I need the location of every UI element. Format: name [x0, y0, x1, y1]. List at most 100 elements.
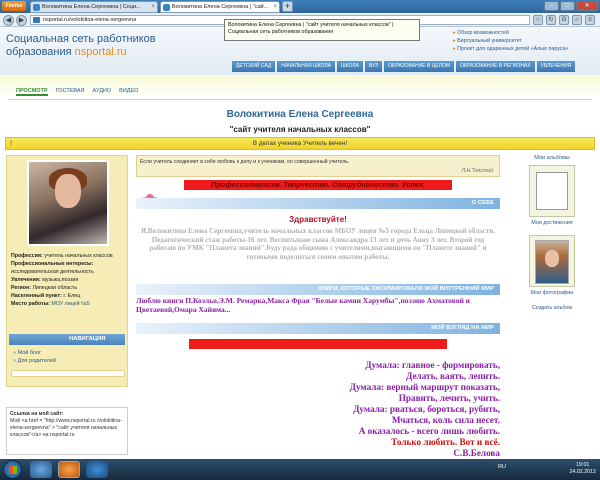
poem-line: Делать, ваять, лепить.: [406, 371, 500, 381]
top-link[interactable]: Виртуальный университет: [453, 37, 568, 45]
work-link[interactable]: МОУ лицей №5: [51, 301, 89, 307]
category-item[interactable]: ВУЗ: [364, 61, 383, 72]
albums-header: Мои альбомы: [534, 155, 570, 161]
poem-author: С.В.Белова: [453, 448, 500, 458]
firefox-taskbar-icon[interactable]: [58, 461, 80, 478]
section-header-about: О СЕБЕ: [136, 198, 500, 209]
create-album-link[interactable]: Создать альбом: [510, 305, 594, 311]
album-label[interactable]: Мои фотографии: [510, 290, 594, 296]
tab-tooltip: Волокитина Елена Сергеевна | "сайт учите…: [224, 19, 420, 41]
motto-banner: ! В делах ученика Учитель вечен!: [5, 137, 595, 150]
tab-close-icon[interactable]: ×: [151, 2, 155, 12]
firefox-menu-button[interactable]: Firefox: [2, 1, 26, 11]
work-label: Место работы:: [11, 301, 50, 307]
clock-time: 19:01: [576, 462, 590, 468]
quote-author: Л.Н.Толстой: [461, 168, 493, 174]
album-label[interactable]: Мои достижения: [510, 220, 594, 226]
profile-sidebar: Профессия: учитель начальных классов Про…: [6, 155, 128, 387]
media-player-icon[interactable]: [86, 461, 108, 478]
region-value: Липецкая область: [32, 285, 78, 291]
red-highlight-bar: [189, 339, 447, 349]
browser-tab-1[interactable]: Волокитина Елена Сергеевна | Соци... ×: [30, 1, 158, 13]
windows-taskbar: RU 19:01 24.02.2012: [0, 459, 600, 480]
home-icon[interactable]: ⌂: [572, 15, 582, 25]
site-favicon-icon: [33, 17, 40, 23]
category-item[interactable]: УВЛЕЧЕНИЯ: [536, 61, 576, 72]
poem-line: Думала: верный маршрут показать,: [349, 382, 500, 392]
divider: [8, 99, 592, 100]
top-link[interactable]: Обзор возможностей: [453, 29, 568, 37]
tab-close-icon[interactable]: ×: [273, 2, 277, 12]
minimize-icon[interactable]: –: [544, 1, 559, 11]
quote-box: Если учитель соединяет в себе любовь к д…: [136, 155, 500, 177]
start-button[interactable]: [3, 460, 22, 479]
top-links: Обзор возможностей Виртуальный университ…: [453, 29, 568, 53]
reload-icon[interactable]: ↻: [546, 15, 556, 25]
category-item[interactable]: НАЧАЛЬНАЯ ШКОЛА: [277, 61, 335, 72]
category-item[interactable]: ШКОЛА: [337, 61, 363, 72]
motto-text: Профессионализм. Творчество. Сотрудничес…: [184, 180, 452, 190]
language-indicator[interactable]: RU: [498, 464, 506, 470]
web-page: Социальная сеть работников образования n…: [0, 27, 600, 459]
album-thumbnail-photos[interactable]: [529, 235, 575, 287]
poem-line: Мчаться, коль сила несет.: [391, 415, 500, 425]
category-item[interactable]: ДЕТСКИЙ САД: [232, 61, 276, 72]
profile-info: Профессия: учитель начальных классов Про…: [11, 252, 127, 308]
linkbox-title: Ссылка на мой сайт:: [10, 411, 64, 417]
new-tab-button[interactable]: +: [282, 1, 293, 12]
site-logo[interactable]: Социальная сеть работников образования n…: [6, 33, 156, 59]
category-item[interactable]: ОБРАЗОВАНИЕ В РЕГИОНАХ: [456, 61, 535, 72]
tab-audio[interactable]: АУДИО: [93, 88, 112, 96]
linkbox-code[interactable]: Мой <a href = "http://www.nsportal.ru /v…: [10, 418, 122, 438]
navigation-links: Мой блог Для родителей: [13, 349, 56, 365]
interests-value: исследовательская деятельность: [11, 269, 94, 275]
star-icon[interactable]: ☆: [533, 15, 543, 25]
close-icon[interactable]: ✕: [576, 1, 598, 11]
poem-line: Думала: рваться, бороться, рубить,: [353, 404, 500, 414]
poem-last-line: Только любить. Вот и всё.: [391, 437, 500, 447]
navigation-footer: [11, 370, 125, 377]
tab-view[interactable]: ПРОСМОТР: [16, 88, 48, 96]
logo-brand: nsportal.ru: [74, 46, 127, 58]
maximize-icon[interactable]: □: [560, 1, 575, 11]
profession-label: Профессия:: [11, 253, 43, 259]
poem-line: Думала: главное - формировать,: [365, 360, 500, 370]
system-clock[interactable]: 19:01 24.02.2012: [569, 462, 596, 476]
forward-arrow-icon[interactable]: ▶: [16, 15, 27, 26]
site-favicon-icon: [163, 4, 170, 11]
banner-text: В делах ученика Учитель вечен!: [252, 140, 348, 147]
toolbar-icons: ☆ ↻ G ⌂ ≡: [533, 15, 595, 25]
tab-video[interactable]: ВИДЕО: [119, 88, 138, 96]
tab-label: Волокитина Елена Сергеевна | "сай...: [172, 4, 269, 10]
profile-name: Волокитина Елена Сергеевна: [226, 109, 374, 120]
url-text: nsportal.ru/volokitina-elena-sergeevna: [43, 17, 137, 23]
city-value: г. Елец: [63, 293, 81, 299]
ie-icon[interactable]: [30, 461, 52, 478]
site-favicon-icon: [33, 4, 40, 11]
poem: Думала: главное - формировать, Делать, в…: [136, 360, 500, 459]
section-header-books: КНИГИ, КОТОРЫЕ СФОРМИРОВАЛИ МОЙ ВНУТРЕНН…: [136, 284, 500, 295]
tab-guestbook[interactable]: ГОСТЕВАЯ: [56, 88, 85, 96]
nav-link-blog[interactable]: Мой блог: [13, 349, 56, 357]
album-thumbnail-achievements[interactable]: [529, 165, 575, 217]
category-item[interactable]: ОБРАЗОВАНИЕ В ЦЕЛОМ: [384, 61, 454, 72]
exclamation-icon: !: [10, 140, 13, 147]
books-text: Люблю книги П.Коэльо,Э.М. Ремарка,Макса …: [136, 296, 470, 314]
tab-label: Волокитина Елена Сергеевна | Соци...: [42, 4, 141, 10]
region-label: Регион:: [11, 285, 32, 291]
browser-tab-2[interactable]: Волокитина Елена Сергеевна | "сай... ×: [160, 1, 280, 13]
top-link[interactable]: Проект для одаренных детей «Алые паруса»: [453, 45, 568, 53]
navigation-header: НАВИГАЦИЯ: [9, 334, 125, 345]
hobbies-value: музыка,поэзия: [42, 277, 79, 283]
browser-tab-bar: Firefox Волокитина Елена Сергеевна | Соц…: [0, 0, 600, 13]
bookmarks-icon[interactable]: ≡: [585, 15, 595, 25]
about-text: Я,Волокитина Елена Сергеевна,учитель нач…: [140, 227, 496, 261]
profile-subtabs: ПРОСМОТР ГОСТЕВАЯ АУДИО ВИДЕО: [16, 88, 138, 96]
poem-line: Править, лечить, учить.: [398, 393, 500, 403]
nav-link-parents[interactable]: Для родителей: [13, 357, 56, 365]
category-menu: ДЕТСКИЙ САД НАЧАЛЬНАЯ ШКОЛА ШКОЛА ВУЗ ОБ…: [232, 61, 576, 72]
search-engine-icon[interactable]: G: [559, 15, 569, 25]
logo-line-2: образования: [6, 46, 72, 58]
back-arrow-icon[interactable]: ◀: [3, 15, 14, 26]
clock-date: 24.02.2012: [569, 469, 596, 475]
